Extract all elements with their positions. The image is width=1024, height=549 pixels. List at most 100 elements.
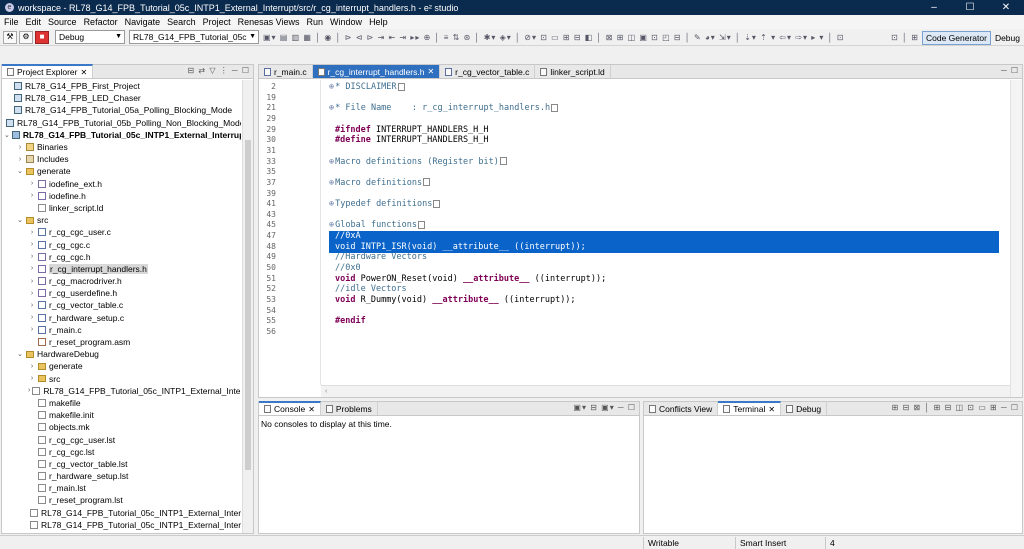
tab-r-main-c[interactable]: r_main.c [259, 65, 313, 78]
chevron-right-icon[interactable]: › [28, 180, 36, 187]
tree-item[interactable]: › r_cg_vector_table.c [4, 299, 241, 311]
close-icon[interactable]: ✕ [427, 67, 434, 76]
menu-navigate[interactable]: Navigate [125, 17, 161, 27]
toolbar-icon-group[interactable]: ▣▾ ▤ ▥ ▦ │ ◉ │ ⊳ ⊲ ⊳ ⇥ ⇤ ⇥ ▸▸ ⊕ │ ≡ ⇅ ⊛ … [263, 33, 845, 42]
tree-item[interactable]: r_reset_program.asm [4, 336, 241, 348]
menu-help[interactable]: Help [369, 17, 388, 27]
scrollbar-thumb[interactable] [245, 140, 251, 470]
code-line[interactable]: //0x0 [329, 263, 1006, 274]
tree-item[interactable]: › r_cg_macrodriver.h [4, 275, 241, 287]
editor-hscroll[interactable]: ‹ [321, 385, 1010, 397]
close-icon[interactable]: ✕ [768, 405, 775, 414]
menu-refactor[interactable]: Refactor [84, 17, 118, 27]
tree-item[interactable]: › RL78_G14_FPB_Tutorial_05c_INTP1_Externa… [4, 385, 241, 397]
fold-expand-icon[interactable]: ⊕ [329, 103, 334, 113]
maximize-button[interactable]: ☐ [952, 0, 988, 15]
folded-block-icon[interactable] [423, 178, 431, 187]
scroll-left-icon[interactable]: ‹ [325, 388, 327, 395]
code-generator-perspective[interactable]: Code Generator [921, 30, 991, 45]
explorer-scrollbar[interactable] [242, 80, 253, 533]
tree-item[interactable]: › Includes [4, 153, 241, 165]
code-line[interactable]: #define INTERRUPT_HANDLERS_H_H [329, 135, 1006, 146]
code-line[interactable]: ⊕Macro definitions (Register bit) [329, 157, 1006, 168]
menu-project[interactable]: Project [203, 17, 231, 27]
folded-block-icon[interactable] [499, 157, 507, 166]
fold-expand-icon[interactable]: ⊕ [329, 178, 334, 188]
close-icon[interactable]: ✕ [80, 68, 87, 77]
chevron-right-icon[interactable]: › [16, 144, 24, 151]
debug-perspective[interactable]: Debug [995, 33, 1020, 43]
explorer-controls[interactable]: ⊟ ⇄ ▽ ⋮ ─ ☐ [187, 66, 250, 75]
tab-r-cg-vector-table-c[interactable]: r_cg_vector_table.c [440, 65, 536, 78]
tree-item[interactable]: RL78_G14_FPB_Tutorial_05c_INTP1_External… [4, 519, 241, 531]
tree-item[interactable]: › generate [4, 360, 241, 372]
tree-item[interactable]: makefile.init [4, 409, 241, 421]
tree-item[interactable]: RL78_G14_FPB_First_Project [4, 80, 241, 92]
code-line[interactable]: #endif [329, 316, 1006, 327]
tree-item[interactable]: ⌄ src [4, 214, 241, 226]
code-line[interactable]: ⊕Macro definitions [329, 178, 1006, 189]
editor-controls[interactable]: ─ ☐ [1001, 66, 1019, 75]
chevron-right-icon[interactable]: › [28, 314, 36, 321]
code-line[interactable]: ⊕* DISCLAIMER [329, 82, 1006, 93]
tree-item[interactable]: › iodefine.h [4, 190, 241, 202]
terminal-controls[interactable]: ⊞ ⊟ ⊠ │ ⊞ ⊟ ◫ ⊡ ▭ ⊞ ─ ☐ [892, 403, 1019, 412]
code-line[interactable]: //Hardware Vectors [329, 252, 1006, 263]
chevron-down-icon[interactable]: ⌄ [16, 216, 24, 224]
tree-item[interactable]: ⌄ HardwareDebug [4, 348, 241, 360]
chevron-right-icon[interactable]: › [16, 156, 24, 163]
chevron-right-icon[interactable]: › [28, 265, 36, 272]
chevron-down-icon[interactable]: ⌄ [16, 167, 24, 175]
code-line[interactable] [329, 306, 1006, 317]
hammer-icon[interactable]: ⚒ [3, 30, 17, 44]
tree-item[interactable]: › Binaries [4, 141, 241, 153]
tree-item[interactable]: r_reset_program.lst [4, 494, 241, 506]
chevron-right-icon[interactable]: › [28, 290, 36, 297]
tree-item[interactable]: › r_hardware_setup.c [4, 312, 241, 324]
code-line[interactable] [329, 189, 1006, 200]
tab-terminal[interactable]: Terminal ✕ [718, 401, 782, 415]
stop-icon[interactable]: ■ [35, 30, 49, 44]
fold-expand-icon[interactable]: ⊕ [329, 157, 334, 167]
tree-item[interactable]: r_cg_cgc.lst [4, 446, 241, 458]
chevron-right-icon[interactable]: › [28, 326, 36, 333]
tab-problems[interactable]: Problems [321, 402, 378, 415]
close-button[interactable]: ✕ [988, 0, 1024, 15]
tree-item[interactable]: makefile [4, 397, 241, 409]
code-area[interactable]: ⊕* DISCLAIMER ⊕* File Name : r_cg_interru… [329, 80, 1006, 385]
menu-renesas-views[interactable]: Renesas Views [238, 17, 300, 27]
tree-item[interactable]: r_cg_cgc_user.lst [4, 433, 241, 445]
tree-item[interactable]: r_cg_vector_table.lst [4, 458, 241, 470]
launch-target-select[interactable]: RL78_G14_FPB_Tutorial_05c ▼ [129, 30, 259, 44]
tree-item[interactable]: ⌄ RL78_G14_FPB_Tutorial_05c_INTP1_Externa… [4, 129, 241, 141]
code-line[interactable]: ⊕Global functions [329, 220, 1006, 231]
chevron-down-icon[interactable]: ⌄ [4, 131, 10, 139]
code-line[interactable]: ⊕* File Name : r_cg_interrupt_handlers.h [329, 103, 1006, 114]
tree-item[interactable]: objects.mk [4, 421, 241, 433]
tree-item[interactable]: ⌄ generate [4, 165, 241, 177]
folded-block-icon[interactable] [418, 220, 426, 229]
code-line[interactable]: void PowerON_Reset(void) __attribute__ (… [329, 274, 1006, 285]
menu-search[interactable]: Search [167, 17, 196, 27]
tree-item[interactable]: › r_cg_userdefine.h [4, 287, 241, 299]
tree-item[interactable]: r_main.lst [4, 482, 241, 494]
tree-item[interactable]: RL78_G14_FPB_Tutorial_05c_INTP1_External… [4, 507, 241, 519]
code-line[interactable]: #ifndef INTERRUPT_HANDLERS_H_H [329, 125, 1006, 136]
console-controls[interactable]: ▣▾ ⊟ ▣▾ ─ ☐ [573, 403, 636, 412]
code-line[interactable]: void INTP1_ISR(void) __attribute__ ((int… [329, 241, 999, 253]
tree-item[interactable]: linker_script.ld [4, 202, 241, 214]
build-config-select[interactable]: Debug ▼ [55, 30, 125, 44]
fold-expand-icon[interactable]: ⊕ [329, 82, 334, 92]
tab-console[interactable]: Console ✕ [259, 401, 321, 415]
chevron-right-icon[interactable]: › [28, 229, 36, 236]
chevron-right-icon[interactable]: › [28, 253, 36, 260]
menu-window[interactable]: Window [330, 17, 362, 27]
perspective-icon-group[interactable]: ⊡ │ ⊞ [891, 33, 919, 42]
chevron-right-icon[interactable]: › [28, 387, 30, 394]
chevron-right-icon[interactable]: › [28, 363, 36, 370]
tree-item[interactable]: RL78_G14_FPB_Tutorial_05a_Polling_Blocki… [4, 104, 241, 116]
tree-item[interactable]: RL78_G14_FPB_Tutorial_05b_Polling_Non_Bl… [4, 117, 241, 129]
menu-source[interactable]: Source [48, 17, 77, 27]
fold-expand-icon[interactable]: ⊕ [329, 199, 334, 209]
code-line[interactable] [329, 114, 1006, 125]
